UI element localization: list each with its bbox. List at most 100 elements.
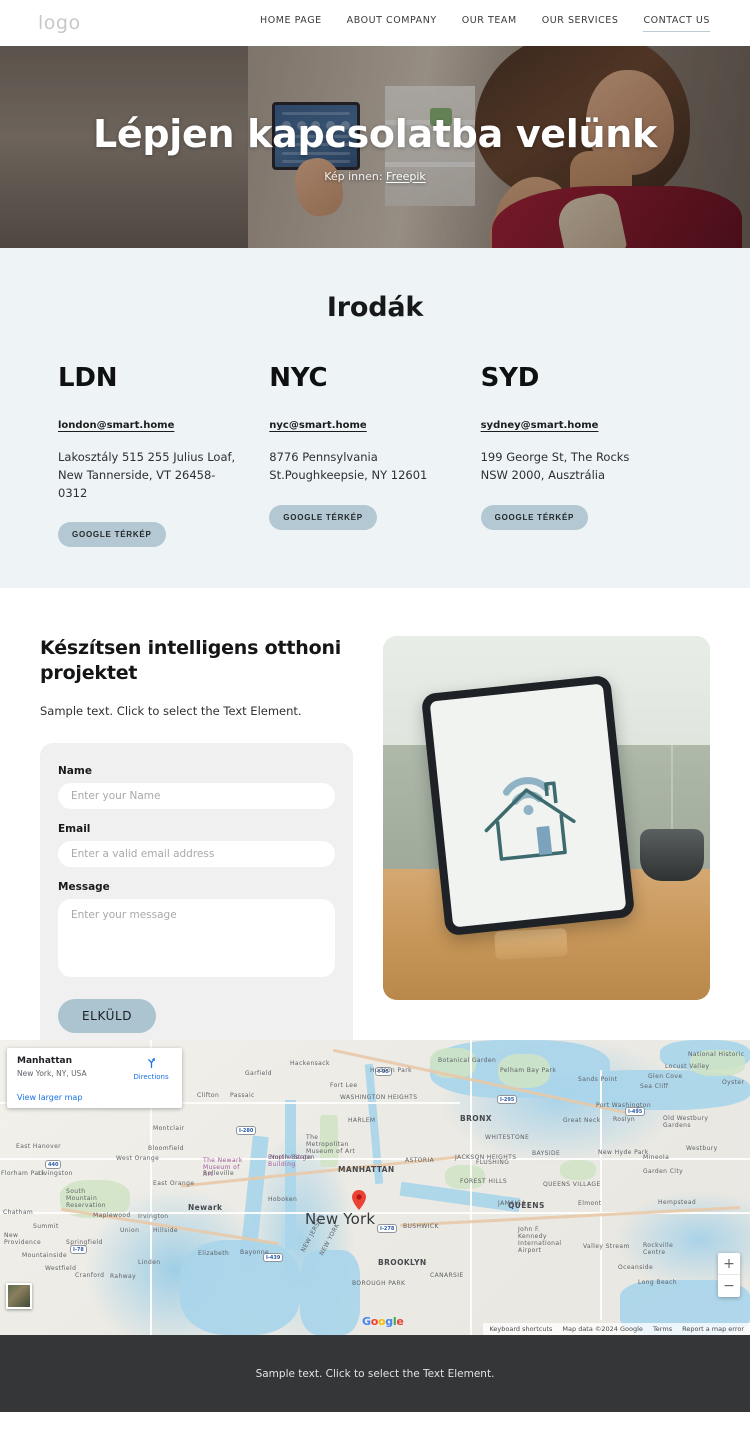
hero-section: Lépjen kapcsolatba velünk Kép innen: Fre…	[0, 46, 750, 248]
office-email-link[interactable]: london@smart.home	[58, 420, 174, 431]
google-maps-button[interactable]: GOOGLE TÉRKÉP	[58, 522, 166, 548]
tablet-device	[420, 674, 636, 937]
office-name: SYD	[480, 363, 540, 393]
map-label: Newark	[188, 1203, 223, 1212]
map-label: ASTORIA	[405, 1157, 435, 1164]
map-label: Belleville	[203, 1170, 235, 1177]
map-data-copyright: Map data ©2024 Google	[562, 1325, 643, 1333]
map-label: Oyster	[722, 1079, 745, 1086]
map-label: Garfield	[245, 1070, 272, 1077]
map-label: Springfield	[66, 1239, 103, 1246]
map-label: BROOKLYN	[378, 1258, 427, 1267]
office-card-nyc: NYC nyc@smart.home 8776 Pennsylvania St.…	[269, 363, 480, 547]
email-input[interactable]	[58, 841, 336, 868]
directions-icon	[130, 1056, 172, 1072]
satellite-view-toggle[interactable]	[6, 1283, 32, 1309]
map-label: Valley Stream	[583, 1243, 630, 1250]
submit-button[interactable]: ELKÜLD	[58, 999, 157, 1034]
map-label: Hackensack	[290, 1060, 330, 1067]
map-label: National Historic	[688, 1051, 745, 1058]
map-label: Mountainside	[22, 1252, 68, 1259]
project-image	[383, 636, 710, 1000]
map-label: Bayonne	[240, 1249, 270, 1256]
nav-item-home-page[interactable]: HOME PAGE	[260, 15, 322, 32]
map-label: JAMAICA	[498, 1200, 526, 1207]
map-label: Elmont	[578, 1200, 602, 1207]
map-label: Sea Cliff	[640, 1083, 669, 1090]
office-email-link[interactable]: nyc@smart.home	[269, 420, 366, 431]
map-label: Passaic	[230, 1092, 255, 1099]
map-label: BRONX	[460, 1114, 492, 1123]
map-label: Westbury	[686, 1145, 718, 1152]
nav-item-about-company[interactable]: ABOUT COMPANY	[347, 15, 437, 32]
map-place-address: New York, NY, USA	[17, 1069, 87, 1078]
map-label: BAYSIDE	[532, 1150, 561, 1157]
office-address: Lakosztály 515 255 Julius Loaf, New Tann…	[58, 450, 236, 500]
offices-section: Irodák LDN london@smart.home Lakosztály …	[0, 248, 750, 588]
google-map[interactable]: I-95 I-295 I-495 440 I-78 I-278 I-280 I-…	[0, 1040, 750, 1335]
map-label: Florham Park	[1, 1170, 46, 1177]
map-label: JACKSON HEIGHTS	[455, 1154, 517, 1161]
map-label: Irvington	[138, 1213, 169, 1220]
map-label: Sands Point	[578, 1076, 618, 1083]
map-info-card: Manhattan New York, NY, USA Directions V…	[7, 1048, 182, 1108]
map-label: Westfield	[45, 1265, 77, 1272]
map-label: New Hyde Park	[598, 1149, 649, 1156]
map-zoom-controls: + −	[718, 1253, 740, 1297]
map-label: Clifton	[197, 1092, 220, 1099]
office-email-link[interactable]: sydney@smart.home	[481, 420, 599, 431]
report-map-error-link[interactable]: Report a map error	[682, 1325, 744, 1333]
directions-button[interactable]: Directions	[130, 1056, 172, 1081]
smart-home-wifi-icon	[484, 776, 576, 861]
map-label: New Providence	[4, 1232, 42, 1246]
office-address: 199 George St, The Rocks NSW 2000, Auszt…	[480, 450, 630, 482]
project-title: Készítsen intelligens otthoni projektet	[40, 637, 342, 685]
map-label: WASHINGTON HEIGHTS	[340, 1094, 418, 1101]
map-label: Oceanside	[618, 1264, 654, 1271]
hero-credit-prefix: Kép innen:	[324, 169, 387, 183]
map-label: East Hanover	[16, 1143, 62, 1150]
directions-label: Directions	[133, 1073, 169, 1081]
map-label: Botanical Garden	[438, 1057, 497, 1064]
main-navigation: HOME PAGE ABOUT COMPANY OUR TEAM OUR SER…	[260, 15, 710, 32]
map-label: Chatham	[3, 1209, 34, 1216]
map-label: Garden City	[643, 1168, 684, 1175]
map-label: Old Westbury Gardens	[663, 1115, 709, 1129]
zoom-out-button[interactable]: −	[718, 1275, 740, 1297]
keyboard-shortcuts-link[interactable]: Keyboard shortcuts	[489, 1325, 552, 1333]
office-name: LDN	[58, 363, 118, 393]
google-maps-button[interactable]: GOOGLE TÉRKÉP	[480, 504, 589, 530]
map-label: Great Neck	[563, 1117, 601, 1124]
map-label: Summit	[33, 1223, 59, 1230]
site-logo[interactable]: logo	[38, 12, 81, 34]
map-label: Rahway	[110, 1273, 137, 1280]
office-name: NYC	[269, 363, 328, 393]
map-label: West Orange	[116, 1155, 160, 1162]
nav-item-our-team[interactable]: OUR TEAM	[462, 15, 517, 32]
nav-item-contact-us[interactable]: CONTACT US	[643, 15, 710, 32]
office-card-ldn: LDN london@smart.home Lakosztály 515 255…	[58, 363, 269, 548]
terms-link[interactable]: Terms	[653, 1325, 672, 1333]
hero-credit-link[interactable]: Freepik	[386, 170, 426, 183]
zoom-in-button[interactable]: +	[718, 1253, 740, 1275]
map-label: Elizabeth	[198, 1250, 230, 1257]
map-label: Maplewood	[93, 1212, 131, 1219]
google-maps-button[interactable]: GOOGLE TÉRKÉP	[269, 504, 377, 530]
site-footer: Sample text. Click to select the Text El…	[0, 1335, 750, 1412]
google-logo: Google	[362, 1315, 404, 1328]
message-textarea[interactable]	[58, 899, 336, 978]
map-pin-icon	[352, 1190, 366, 1210]
map-label: Montclair	[153, 1125, 185, 1132]
map-label: Locust Valley	[665, 1063, 710, 1070]
map-label: East Orange	[153, 1180, 195, 1187]
footer-text: Sample text. Click to select the Text El…	[255, 1367, 495, 1380]
map-label: Rockville Centre	[643, 1242, 674, 1256]
name-input[interactable]	[58, 783, 336, 810]
map-label: BOROUGH PARK	[352, 1280, 406, 1287]
project-subtitle: Sample text. Click to select the Text El…	[40, 704, 302, 719]
map-label: Long Beach	[638, 1279, 678, 1286]
hero-title: Lépjen kapcsolatba velünk	[93, 111, 657, 156]
map-label: Port Washington	[596, 1102, 652, 1109]
view-larger-map-link[interactable]: View larger map	[17, 1093, 172, 1102]
nav-item-our-services[interactable]: OUR SERVICES	[542, 15, 619, 32]
